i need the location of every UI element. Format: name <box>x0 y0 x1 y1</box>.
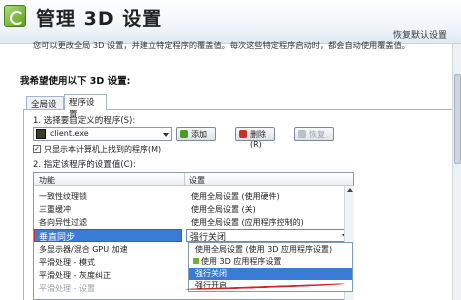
page-description: 您可以更改全局 3D 设置，并建立特定程序的覆盖值。每次这些特定程序启动时，都会… <box>33 40 410 50</box>
page-title: 管理 3D 设置 <box>36 8 163 30</box>
remove-program-button[interactable]: 删除(R) <box>235 127 275 149</box>
add-button-label: 添加 <box>191 130 207 139</box>
row-feature: 平滑处理 - 灰度纠正 <box>39 271 111 280</box>
row-feature: 三重缓冲 <box>39 205 71 214</box>
row-feature: 垂直同步 <box>39 233 76 243</box>
row-feature: 平滑处理 - 模式 <box>39 258 95 267</box>
column-divider <box>184 173 185 186</box>
program-select[interactable]: client.exe <box>33 127 172 141</box>
tab-global-settings[interactable]: 全局设置 <box>26 96 64 122</box>
row-setting: 使用全局设置 (关) <box>191 205 256 214</box>
window-scrollbar[interactable] <box>452 44 461 300</box>
remove-button-label: 删除(R) <box>250 130 266 149</box>
row-feature: 各向异性过滤 <box>39 218 87 227</box>
show-found-programs-checkbox[interactable]: ✓ <box>33 145 41 153</box>
page-header: 管理 3D 设置 恢复默认设置 <box>0 0 461 44</box>
row-feature: 一致性纹理锁 <box>39 192 87 201</box>
scroll-up-icon[interactable] <box>347 188 353 192</box>
column-header-setting: 设置 <box>189 176 205 185</box>
checkbox-label: 只显示本计算机上找到的程序(M) <box>44 145 162 154</box>
tab-program-settings[interactable]: 程序设置 <box>64 94 107 120</box>
section-heading: 我希望使用以下 3D 设置: <box>20 76 131 87</box>
row-setting: 使用全局设置 (使用硬件) <box>191 192 280 201</box>
row-feature: 多显示器/混合 GPU 加速 <box>39 245 128 254</box>
table-row-selected[interactable]: 垂直同步 <box>34 229 182 243</box>
scroll-thumb[interactable] <box>454 74 461 164</box>
chevron-down-icon <box>163 133 169 137</box>
table-row[interactable]: 各向异性过滤 使用全局设置 (应用程序控制的) <box>34 216 353 229</box>
row-feature: 平滑处理 - 设置 <box>39 284 95 293</box>
restore-button-label: 恢复 <box>309 130 325 139</box>
dropdown-option[interactable]: 使用 3D 应用程序设置 <box>189 256 352 268</box>
dropdown-option-label: 使用全局设置 (使用 3D 应用程序设置) <box>195 245 333 254</box>
dropdown-option-label: 强行关闭 <box>195 269 227 278</box>
program-select-value: client.exe <box>50 129 89 138</box>
row-setting: 使用全局设置 (应用程序控制的) <box>191 218 304 227</box>
add-program-button[interactable]: 添加 <box>176 127 216 141</box>
step2-label: 2. 指定该程序的设置值(C): <box>33 160 136 170</box>
table-header: 功能 设置 <box>34 173 353 186</box>
nvidia-settings-icon <box>4 5 26 27</box>
dropdown-option-selected[interactable]: 强行关闭 <box>189 268 352 280</box>
column-header-feature: 功能 <box>39 176 55 185</box>
add-icon <box>180 130 188 138</box>
restore-icon <box>298 130 306 138</box>
delete-icon <box>239 130 247 138</box>
vsync-setting-select[interactable]: 强行关闭 <box>186 229 352 243</box>
restore-program-button[interactable]: 恢复 <box>294 127 334 141</box>
program-icon <box>36 129 46 139</box>
table-row[interactable]: 三重缓冲 使用全局设置 (关) <box>34 203 353 216</box>
nvidia-icon <box>193 258 199 264</box>
step1-label: 1. 选择要自定义的程序(S): <box>33 116 136 126</box>
table-row[interactable]: 一致性纹理锁 使用全局设置 (使用硬件) <box>34 190 353 203</box>
dropdown-option-label: 使用 3D 应用程序设置 <box>201 257 282 266</box>
dropdown-option[interactable]: 使用全局设置 (使用 3D 应用程序设置) <box>189 244 352 256</box>
